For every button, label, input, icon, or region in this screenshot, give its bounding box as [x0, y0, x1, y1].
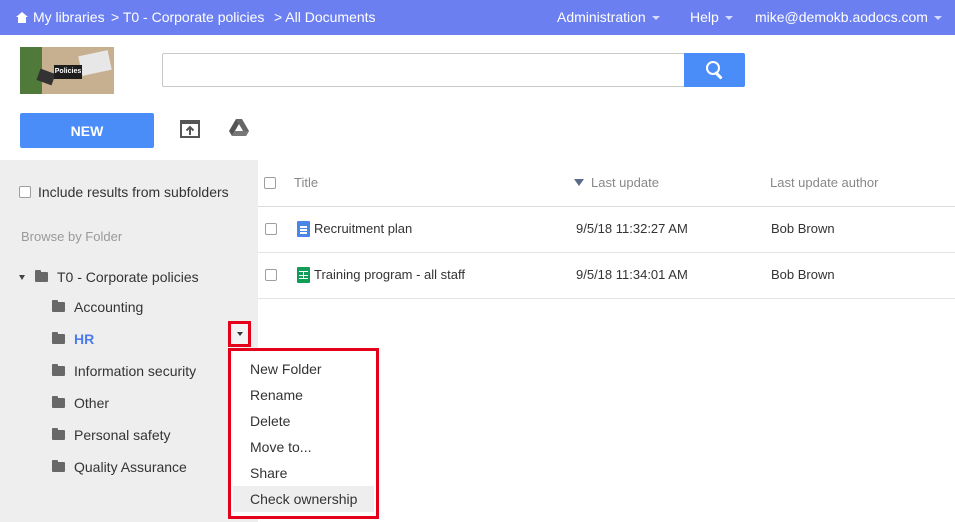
- document-last-update: 9/5/18 11:34:01 AM: [576, 267, 688, 282]
- row-divider: [258, 298, 955, 299]
- include-subfolders-label: Include results from subfolders: [38, 184, 229, 200]
- logo-laptop-decoration: [78, 50, 112, 76]
- folder-icon: [52, 364, 65, 376]
- menu-item-rename[interactable]: Rename: [231, 382, 376, 408]
- menu-item-share[interactable]: Share: [231, 460, 376, 486]
- chevron-down-icon: [933, 16, 942, 20]
- google-sheet-icon: [297, 267, 310, 283]
- document-author: Bob Brown: [771, 221, 835, 236]
- search-input[interactable]: [162, 53, 684, 87]
- folder-label: Quality Assurance: [74, 459, 187, 475]
- breadcrumb-my-libraries-label: My libraries: [33, 9, 105, 25]
- administration-menu-label: Administration: [557, 9, 646, 25]
- folder-label: Accounting: [74, 299, 144, 315]
- menu-item-delete[interactable]: Delete: [231, 408, 376, 434]
- top-bar: My libraries > T0 - Corporate policies >…: [0, 0, 955, 35]
- breadcrumb-all-documents[interactable]: > All Documents: [274, 9, 376, 25]
- folder-tree-root-label: T0 - Corporate policies: [57, 269, 199, 285]
- breadcrumb-library[interactable]: > T0 - Corporate policies: [111, 9, 264, 25]
- folder-item-personal-safety[interactable]: Personal safety: [52, 427, 171, 443]
- folder-item-other[interactable]: Other: [52, 395, 109, 411]
- document-title-link[interactable]: Recruitment plan: [314, 221, 412, 236]
- sort-descending-icon[interactable]: [574, 179, 584, 186]
- row-divider: [258, 252, 955, 253]
- folder-icon: [35, 270, 48, 282]
- chevron-down-icon: [724, 16, 733, 20]
- upload-icon[interactable]: [179, 119, 201, 139]
- chevron-down-icon: [651, 16, 660, 20]
- menu-item-new-folder[interactable]: New Folder: [231, 356, 376, 382]
- folder-icon: [52, 460, 65, 472]
- help-menu-label: Help: [690, 9, 719, 25]
- column-header-title[interactable]: Title: [294, 175, 318, 190]
- folder-item-information-security[interactable]: Information security: [52, 363, 196, 379]
- new-button[interactable]: NEW: [20, 113, 154, 148]
- column-header-last-update-author[interactable]: Last update author: [770, 175, 878, 190]
- menu-item-move-to[interactable]: Move to...: [231, 434, 376, 460]
- logo-text: Policies: [54, 65, 82, 79]
- folder-label: Other: [74, 395, 110, 411]
- administration-menu[interactable]: Administration: [557, 9, 660, 25]
- folder-context-menu: New Folder Rename Delete Move to... Shar…: [228, 348, 379, 519]
- table-header-divider: [258, 206, 955, 207]
- library-logo[interactable]: Policies: [20, 47, 114, 94]
- expand-triangle-icon[interactable]: [19, 275, 25, 280]
- browse-by-folder-heading: Browse by Folder: [21, 229, 123, 244]
- folder-item-hr[interactable]: HR: [52, 331, 94, 347]
- include-subfolders-checkbox[interactable]: [19, 186, 31, 198]
- breadcrumb-my-libraries[interactable]: My libraries: [16, 9, 105, 25]
- folder-label: HR: [74, 331, 95, 347]
- row-checkbox[interactable]: [265, 269, 277, 281]
- google-drive-icon[interactable]: [228, 118, 250, 138]
- row-checkbox[interactable]: [265, 223, 277, 235]
- folder-icon: [52, 396, 65, 408]
- search-icon: [705, 61, 724, 79]
- select-all-checkbox[interactable]: [264, 177, 276, 189]
- user-menu[interactable]: mike@demokb.aodocs.com: [755, 9, 942, 25]
- document-last-update: 9/5/18 11:32:27 AM: [576, 221, 688, 236]
- user-menu-label: mike@demokb.aodocs.com: [755, 9, 928, 25]
- folder-icon: [52, 300, 65, 312]
- search-button[interactable]: [684, 53, 745, 87]
- document-title-link[interactable]: Training program - all staff: [314, 267, 465, 282]
- folder-tree-root[interactable]: T0 - Corporate policies: [19, 269, 199, 285]
- folder-label: Personal safety: [74, 427, 171, 443]
- folder-item-accounting[interactable]: Accounting: [52, 299, 143, 315]
- google-doc-icon: [297, 221, 310, 237]
- folder-icon: [52, 332, 65, 344]
- folder-label: Information security: [74, 363, 197, 379]
- folder-item-quality-assurance[interactable]: Quality Assurance: [52, 459, 187, 475]
- document-author: Bob Brown: [771, 267, 835, 282]
- folder-options-dropdown-button[interactable]: [228, 321, 251, 347]
- caret-down-icon: [236, 332, 243, 336]
- include-subfolders-option[interactable]: Include results from subfolders: [19, 184, 229, 200]
- help-menu[interactable]: Help: [690, 9, 733, 25]
- menu-item-check-ownership[interactable]: Check ownership: [233, 486, 374, 512]
- column-header-last-update[interactable]: Last update: [591, 175, 659, 190]
- folder-icon: [52, 428, 65, 440]
- home-icon: [16, 11, 28, 23]
